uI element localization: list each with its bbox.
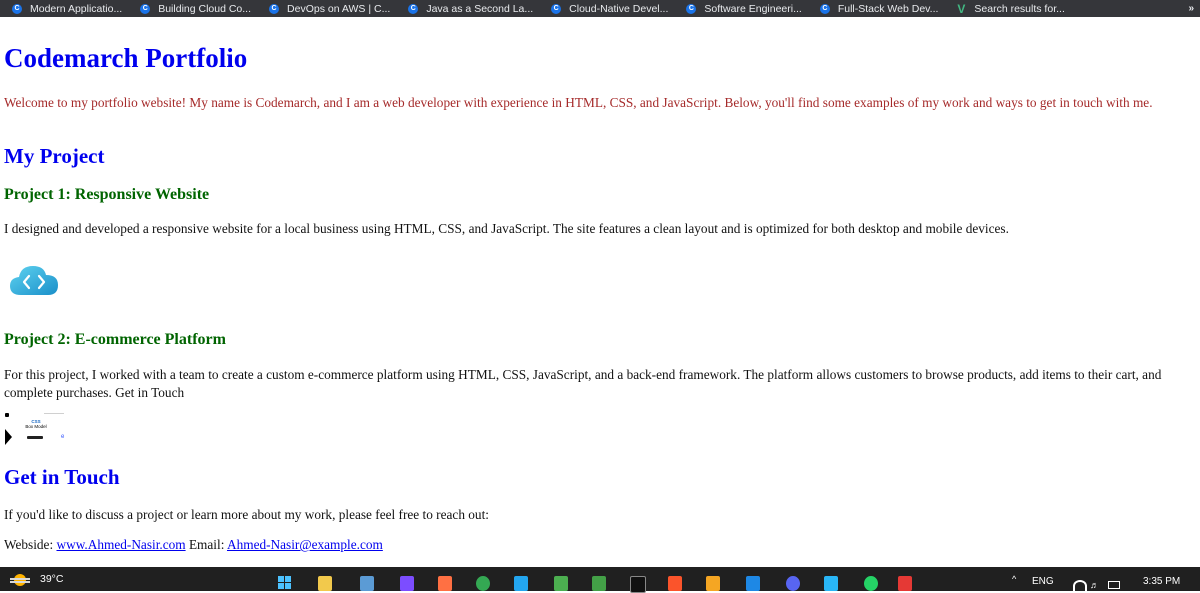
bookmark-site-icon: C — [12, 3, 22, 14]
project-2-description: For this project, I worked with a team t… — [4, 367, 1162, 400]
bookmark-label: DevOps on AWS | C... — [287, 2, 391, 15]
app-icon[interactable] — [554, 576, 568, 591]
project-2-title: Project 2: E-commerce Platform — [4, 331, 226, 348]
vue-logo-icon: V — [957, 1, 966, 16]
thumbnail-mark: e — [61, 434, 65, 440]
hazy-sun-icon — [10, 573, 30, 586]
taskbar: 39°C ^ ENG ♬ 3:35 PM — [0, 567, 1200, 593]
clock[interactable]: 3:35 PM — [1143, 576, 1180, 587]
thumbnail-bar — [27, 436, 43, 439]
bookmark-item[interactable]: V Search results for... — [956, 1, 1065, 16]
contact-links: Webside: www.Ahmed-Nasir.com Email: Ahme… — [4, 536, 1184, 554]
bookmark-label: Search results for... — [974, 2, 1065, 15]
more-bookmarks-button[interactable]: » — [1188, 0, 1194, 17]
bookmark-item[interactable]: C DevOps on AWS | C... — [269, 3, 390, 15]
contact-text: If you'd like to discuss a project or le… — [4, 507, 489, 522]
app-icon[interactable] — [746, 576, 760, 591]
projects-heading: My Project — [4, 144, 105, 168]
bookmark-item[interactable]: C Cloud-Native Devel... — [551, 3, 668, 15]
bookmark-label: Java as a Second La... — [426, 2, 534, 15]
bookmark-label: Cloud-Native Devel... — [569, 2, 669, 15]
app-icon[interactable] — [706, 576, 720, 591]
windows-start-icon[interactable] — [278, 576, 292, 591]
bookmark-item[interactable]: C Full-Stack Web Dev... — [819, 2, 939, 15]
bookmark-label: Building Cloud Co... — [158, 2, 252, 15]
cloud-code-logo-icon — [10, 266, 58, 295]
website-label: Webside: — [4, 537, 54, 552]
email-label: Email: — [188, 537, 225, 552]
brave-icon[interactable] — [668, 576, 682, 591]
website-link[interactable]: www.Ahmed-Nasir.com — [56, 537, 185, 552]
bookmark-item[interactable]: C Java as a Second La... — [408, 3, 533, 15]
bookmark-site-icon: C — [819, 3, 830, 14]
contact-heading: Get in Touch — [4, 465, 120, 489]
battery-icon[interactable] — [1108, 581, 1120, 589]
weather-widget[interactable]: 39°C — [10, 567, 63, 591]
email-link[interactable]: Ahmed-Nasir@example.com — [227, 537, 383, 552]
app-icon[interactable] — [592, 576, 606, 591]
whatsapp-icon[interactable] — [864, 576, 878, 591]
thumbnail-caption-line-2: Box Model — [25, 424, 47, 429]
intellij-icon[interactable] — [630, 576, 646, 593]
project-1-title: Project 1: Responsive Website — [4, 186, 210, 203]
bookmark-item[interactable]: C Modern Applicatio... — [12, 3, 122, 15]
bookmark-site-icon: C — [686, 3, 697, 14]
page-title: Codemarch Portfolio — [4, 43, 248, 73]
bookmarks-bar: C Modern Applicatio... C Building Cloud … — [0, 0, 1200, 17]
project-1-description: I designed and developed a responsive we… — [4, 221, 1009, 236]
app-icon[interactable] — [400, 576, 414, 591]
firefox-icon[interactable] — [438, 576, 452, 591]
app-icon[interactable] — [824, 576, 838, 591]
file-explorer-icon[interactable] — [318, 576, 332, 591]
bookmark-item[interactable]: C Building Cloud Co... — [140, 3, 251, 15]
vscode-icon[interactable] — [514, 576, 528, 591]
app-icon[interactable] — [898, 576, 912, 591]
chrome-icon[interactable] — [476, 576, 490, 591]
css-box-model-thumbnail: CSS Box Model e — [4, 407, 74, 447]
bookmark-site-icon: C — [551, 3, 562, 14]
thumbnail-dot — [5, 413, 9, 417]
wifi-icon[interactable] — [1073, 580, 1087, 592]
bookmark-site-icon: C — [140, 3, 151, 14]
bookmark-site-icon: C — [269, 3, 280, 14]
notepad-icon[interactable] — [360, 576, 374, 591]
bookmark-site-icon: C — [408, 3, 419, 14]
thumbnail-caption: CSS Box Model — [22, 419, 50, 429]
temperature: 39°C — [40, 573, 64, 585]
thumbnail-rule — [44, 413, 64, 414]
bookmark-label: Software Engineeri... — [704, 2, 802, 15]
volume-icon[interactable]: ♬ — [1090, 580, 1099, 590]
tray-expand-icon[interactable]: ^ — [1012, 574, 1016, 584]
bookmark-label: Modern Applicatio... — [30, 2, 123, 15]
discord-icon[interactable] — [786, 576, 800, 591]
language-indicator[interactable]: ENG — [1032, 576, 1054, 587]
intro-paragraph: Welcome to my portfolio website! My name… — [4, 95, 1153, 110]
thumbnail-triangle — [5, 429, 12, 445]
bookmark-item[interactable]: C Software Engineeri... — [686, 2, 802, 15]
bookmark-label: Full-Stack Web Dev... — [837, 2, 939, 15]
